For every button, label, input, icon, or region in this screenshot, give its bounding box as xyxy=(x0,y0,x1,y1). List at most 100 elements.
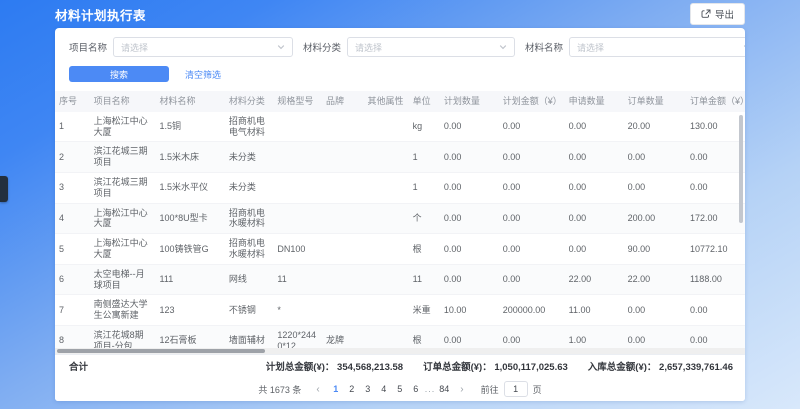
column-header: 其他属性 xyxy=(364,91,409,112)
column-header: 规格型号 xyxy=(273,91,322,112)
cell: 90.00 xyxy=(624,234,686,265)
filter-category: 材料分类 请选择 xyxy=(303,37,515,57)
cell: 0.00 xyxy=(499,203,565,234)
total-label: 合计 xyxy=(69,359,88,373)
cell xyxy=(364,234,409,265)
vertical-scrollbar[interactable] xyxy=(739,115,743,223)
cell xyxy=(322,172,364,203)
table-body: 1上海松江中心大厦1.5铜招商机电 电气材料kg0.000.000.0020.0… xyxy=(55,112,745,348)
cell: 123 xyxy=(156,295,225,326)
cell xyxy=(273,112,322,142)
cell: * xyxy=(273,295,322,326)
side-drawer-handle[interactable] xyxy=(0,176,8,202)
table-row: 8滨江花城8期项目-分包12石膏板墙面辅材1220*2440*12龙牌根0.00… xyxy=(55,325,745,348)
project-name-select[interactable]: 请选择 xyxy=(113,37,293,57)
chevron-down-icon xyxy=(743,43,745,51)
material-name-select[interactable]: 请选择 xyxy=(569,37,745,57)
cell: 11 xyxy=(409,264,440,295)
horizontal-scrollbar[interactable] xyxy=(57,349,265,353)
cell: 1220*2440*12 xyxy=(273,325,322,348)
cell: 7 xyxy=(55,295,90,326)
goto-suffix: 页 xyxy=(533,383,542,396)
cell: 墙面辅材 xyxy=(225,325,274,348)
cell: 不锈钢 xyxy=(225,295,274,326)
cell: 100*8U型卡 xyxy=(156,203,225,234)
page-button[interactable]: 3 xyxy=(361,382,375,396)
cell: 6 xyxy=(55,264,90,295)
column-header: 订单数量 xyxy=(624,91,686,112)
cell xyxy=(364,325,409,348)
cell: 2 xyxy=(55,142,90,173)
cell: 米重 xyxy=(409,295,440,326)
cell: 200.00 xyxy=(624,203,686,234)
page-button[interactable]: 5 xyxy=(393,382,407,396)
cell xyxy=(322,112,364,142)
cell xyxy=(322,203,364,234)
cell: 0.00 xyxy=(499,234,565,265)
cell: 0.00 xyxy=(686,172,745,203)
cell xyxy=(364,264,409,295)
page-buttons: 123456...84 xyxy=(329,382,452,396)
cell: 3 xyxy=(55,172,90,203)
cell: 0.00 xyxy=(499,325,565,348)
page-button[interactable]: 84 xyxy=(437,382,451,396)
goto-label: 前往 xyxy=(481,383,499,396)
category-select-placeholder: 请选择 xyxy=(355,41,382,54)
cell: 111 xyxy=(156,264,225,295)
cell: 未分类 xyxy=(225,172,274,203)
cell: 1.00 xyxy=(565,325,624,348)
next-page-button[interactable]: › xyxy=(457,384,466,395)
cell xyxy=(322,142,364,173)
cell: 22.00 xyxy=(624,264,686,295)
cell: 太空电梯--月球项目 xyxy=(90,264,156,295)
cell: kg xyxy=(409,112,440,142)
cell: 0.00 xyxy=(686,142,745,173)
app-screen: 材料计划执行表 导出 项目名称 请选择 材料分类 xyxy=(0,0,800,409)
cell: 0.00 xyxy=(624,142,686,173)
prev-page-button[interactable]: ‹ xyxy=(313,384,322,395)
column-header: 序号 xyxy=(55,91,90,112)
project-select-placeholder: 请选择 xyxy=(121,41,148,54)
cell: 根 xyxy=(409,234,440,265)
cell xyxy=(273,142,322,173)
cell: 0.00 xyxy=(440,264,499,295)
cell xyxy=(364,142,409,173)
search-button[interactable]: 搜索 xyxy=(69,66,169,82)
cell: 0.00 xyxy=(624,295,686,326)
goto-page-input[interactable] xyxy=(504,381,528,397)
cell: 未分类 xyxy=(225,142,274,173)
cell: 0.00 xyxy=(686,295,745,326)
cell: 12石膏板 xyxy=(156,325,225,348)
cell: 南侧盛达大学生公寓新建 xyxy=(90,295,156,326)
column-header: 项目名称 xyxy=(90,91,156,112)
cell xyxy=(364,203,409,234)
cell: 0.00 xyxy=(440,172,499,203)
cell: 0.00 xyxy=(440,234,499,265)
cell: 0.00 xyxy=(565,112,624,142)
summary-row: 合计 计划总金额(¥)： 354,568,213.58订单总金额(¥)： 1,0… xyxy=(55,354,745,377)
material-select-placeholder: 请选择 xyxy=(577,41,604,54)
cell: 网线 xyxy=(225,264,274,295)
material-plan-table: 序号项目名称材料名称材料分类规格型号品牌其他属性单位计划数量计划金额（¥）申请数… xyxy=(55,91,745,348)
cell: 招商机电 电气材料 xyxy=(225,112,274,142)
cell: 根 xyxy=(409,325,440,348)
cell: 1.5铜 xyxy=(156,112,225,142)
clear-filter-link[interactable]: 清空筛选 xyxy=(185,68,221,81)
column-header: 单位 xyxy=(409,91,440,112)
cell xyxy=(322,264,364,295)
cell xyxy=(273,203,322,234)
cell: 0.00 xyxy=(440,325,499,348)
cell: 滨江花城三期项目 xyxy=(90,172,156,203)
page-button[interactable]: 4 xyxy=(377,382,391,396)
cell: 1.5米水平仪 xyxy=(156,172,225,203)
page-button[interactable]: 2 xyxy=(345,382,359,396)
material-category-select[interactable]: 请选择 xyxy=(347,37,515,57)
page-button[interactable]: 1 xyxy=(329,382,343,396)
horizontal-scrollbar-track xyxy=(55,348,745,354)
page-button[interactable]: 6 xyxy=(409,382,423,396)
cell: 1 xyxy=(409,172,440,203)
material-category-label: 材料分类 xyxy=(303,40,341,54)
cell: 0.00 xyxy=(624,325,686,348)
export-button[interactable]: 导出 xyxy=(690,3,745,25)
cell: 1.5米木床 xyxy=(156,142,225,173)
